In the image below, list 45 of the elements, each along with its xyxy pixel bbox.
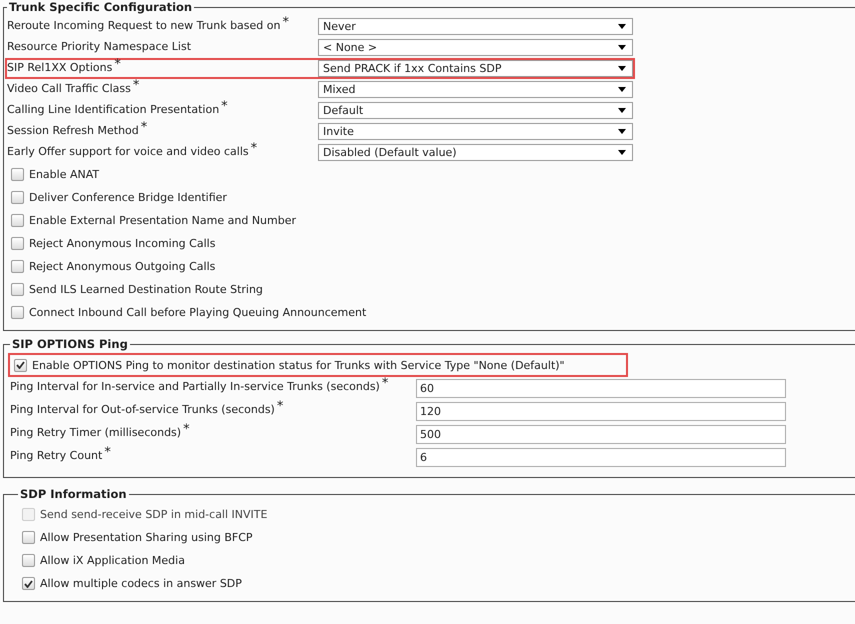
checkbox[interactable] — [14, 358, 27, 372]
checkbox[interactable] — [11, 306, 24, 319]
caret-icon — [618, 24, 626, 29]
checkbox-label: Enable External Presentation Name and Number — [29, 214, 296, 227]
checkbox-label: Reject Anonymous Outgoing Calls — [29, 260, 216, 273]
checkbox[interactable] — [22, 531, 35, 544]
dropdown[interactable]: Never — [318, 18, 633, 35]
checkbox[interactable] — [11, 260, 24, 273]
dropdown[interactable]: Send PRACK if 1xx Contains SDP — [318, 60, 633, 77]
dropdown[interactable]: Disabled (Default value) — [318, 144, 633, 161]
checkbox-label: Connect Inbound Call before Playing Queuing Announcement — [29, 306, 366, 319]
checkbox-label: Allow Presentation Sharing using BFCP — [40, 531, 253, 544]
checkbox[interactable] — [22, 554, 35, 567]
input-field[interactable]: 60 — [416, 379, 786, 398]
input-field[interactable]: 500 — [416, 425, 786, 444]
dropdown[interactable]: Invite — [318, 123, 633, 140]
section-title: SDP Information — [19, 487, 128, 501]
checkbox-label: Deliver Conference Bridge Identifier — [29, 191, 227, 204]
input-field[interactable]: 120 — [416, 402, 786, 421]
field-label: Resource Priority Namespace List — [7, 39, 192, 53]
checkbox[interactable] — [11, 168, 24, 181]
section-title: Trunk Specific Configuration — [8, 0, 194, 14]
dropdown[interactable]: Mixed — [318, 81, 633, 98]
caret-icon — [618, 45, 626, 50]
checkbox-label: Enable ANAT — [29, 168, 100, 181]
caret-icon — [618, 108, 626, 113]
checkbox[interactable] — [11, 214, 24, 227]
checkbox-label: Allow multiple codecs in answer SDP — [40, 577, 242, 590]
checkbox[interactable] — [11, 191, 24, 204]
caret-icon — [618, 66, 626, 71]
checkbox-label: Allow iX Application Media — [40, 554, 185, 567]
checkbox-label: Send ILS Learned Destination Route String — [29, 283, 263, 296]
checkbox-label: Enable OPTIONS Ping to monitor destination status for Trunks with Service Type "None (Default)" — [32, 358, 565, 372]
caret-icon — [618, 129, 626, 134]
caret-icon — [618, 150, 626, 155]
input-field[interactable]: 6 — [416, 448, 786, 467]
section-title: SIP OPTIONS Ping — [11, 337, 129, 351]
checkbox-label: Send send-receive SDP in mid-call INVITE — [40, 508, 268, 521]
caret-icon — [618, 87, 626, 92]
checkbox[interactable] — [11, 237, 24, 250]
dropdown[interactable]: < None > — [318, 39, 633, 56]
dropdown[interactable]: Default — [318, 102, 633, 119]
checkbox[interactable] — [11, 283, 24, 296]
checkbox-label: Reject Anonymous Incoming Calls — [29, 237, 216, 250]
checkbox[interactable] — [22, 577, 35, 590]
